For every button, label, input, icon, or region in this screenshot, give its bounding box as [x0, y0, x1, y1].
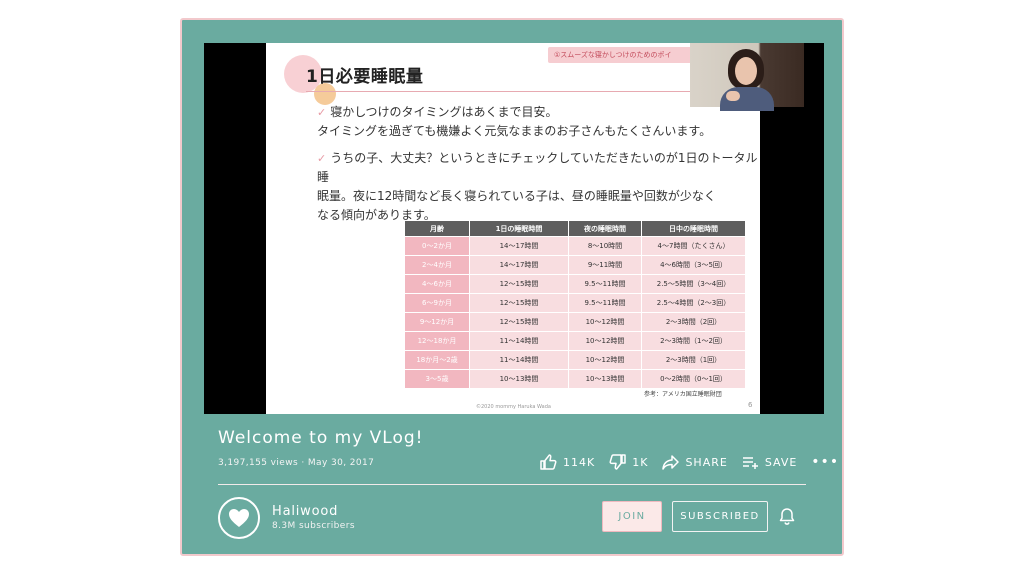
table-cell: 2.5〜5時間（3〜4回） [642, 275, 745, 293]
table-cell: 14〜17時間 [470, 237, 568, 255]
slide-bullet: ✓ うちの子、大丈夫？というときにチェックしていただきたいのが1日のトータル睡 眠… [317, 151, 758, 222]
table-cell: 10〜12時間 [569, 332, 641, 350]
upload-date: May 30, 2017 [307, 458, 375, 468]
presenter-hand [726, 91, 740, 101]
slide-reference: 参考：アメリカ国立睡眠財団 [644, 391, 722, 398]
age-cell: 2〜4か月 [405, 256, 469, 274]
table-cell: 2.5〜4時間（2〜3回） [642, 294, 745, 312]
table-cell: 10〜13時間 [569, 370, 641, 388]
notification-bell-button[interactable] [779, 507, 795, 529]
view-count: 3,197,155 views [218, 458, 299, 468]
thumbs-up-icon [540, 454, 557, 470]
slide-copyright: ©2020 mommy Haruka Wada [476, 404, 551, 410]
age-cell: 3〜5歳 [405, 370, 469, 388]
table-row: 2〜4か月 14〜17時間 9〜11時間 4〜6時間（3〜5回） [405, 256, 745, 274]
table-cell: 2〜3時間（1回） [642, 351, 745, 369]
age-cell: 18か月〜2歳 [405, 351, 469, 369]
table-cell: 10〜12時間 [569, 351, 641, 369]
table-cell: 0〜2時間（0〜1回） [642, 370, 745, 388]
subscriber-count: 8.3M subscribers [272, 521, 355, 531]
age-cell: 0〜2か月 [405, 237, 469, 255]
table-cell: 2〜3時間（1〜2回） [642, 332, 745, 350]
table-cell: 9〜11時間 [569, 256, 641, 274]
table-row: 0〜2か月 14〜17時間 8〜10時間 4〜7時間（たくさん） [405, 237, 745, 255]
slide-page-number: 6 [748, 401, 753, 409]
table-header-row: 月齢 1日の睡眠時間 夜の睡眠時間 日中の睡眠時間 [405, 221, 745, 236]
save-button[interactable]: SAVE [742, 455, 797, 470]
checkmark-icon: ✓ [317, 152, 327, 165]
table-cell: 9.5〜11時間 [569, 294, 641, 312]
like-button[interactable]: 114K [540, 454, 595, 470]
table-cell: 12〜15時間 [470, 313, 568, 331]
table-row: 12〜18か月 11〜14時間 10〜12時間 2〜3時間（1〜2回） [405, 332, 745, 350]
table-row: 4〜6か月 12〜15時間 9.5〜11時間 2.5〜5時間（3〜4回） [405, 275, 745, 293]
table-cell: 10〜12時間 [569, 313, 641, 331]
share-button[interactable]: SHARE [662, 454, 728, 470]
share-label: SHARE [685, 455, 728, 469]
webcam-overlay [690, 43, 804, 111]
table-cell: 11〜14時間 [470, 351, 568, 369]
table-header: 月齢 [405, 221, 469, 236]
title-underline [306, 91, 708, 92]
divider [218, 484, 806, 485]
channel-name[interactable]: Haliwood [272, 504, 338, 519]
table-header: 1日の睡眠時間 [470, 221, 568, 236]
table-header: 日中の睡眠時間 [642, 221, 745, 236]
like-count: 114K [563, 455, 596, 469]
age-cell: 4〜6か月 [405, 275, 469, 293]
share-icon [662, 454, 680, 470]
table-row: 18か月〜2歳 11〜14時間 10〜12時間 2〜3時間（1回） [405, 351, 745, 369]
video-card: ①スムーズな寝かしつけのためのポイ 1日必要睡眠量 ✓ 寝かしつけのタイミングはあ… [180, 18, 844, 556]
dislike-button[interactable]: 1K [609, 454, 648, 470]
table-row: 6〜9か月 12〜15時間 9.5〜11時間 2.5〜4時間（2〜3回） [405, 294, 745, 312]
sleep-table: 月齢 1日の睡眠時間 夜の睡眠時間 日中の睡眠時間 0〜2か月 14〜17時間 8〜… [404, 220, 746, 389]
age-cell: 9〜12か月 [405, 313, 469, 331]
subscribed-button[interactable]: SUBSCRIBED [672, 501, 768, 532]
slide-title: 1日必要睡眠量 [306, 67, 424, 87]
heart-icon [229, 509, 249, 527]
dislike-count: 1K [632, 455, 649, 469]
table-cell: 12〜15時間 [470, 275, 568, 293]
save-label: SAVE [764, 455, 798, 469]
age-cell: 6〜9か月 [405, 294, 469, 312]
video-title: Welcome to my VLog! [218, 428, 424, 448]
action-bar: 114K 1K SHARE SAVE ••• [540, 450, 839, 474]
presenter-face [735, 57, 757, 85]
presentation-slide: ①スムーズな寝かしつけのためのポイ 1日必要睡眠量 ✓ 寝かしつけのタイミングはあ… [266, 43, 760, 414]
join-button[interactable]: JOIN [602, 501, 662, 532]
age-cell: 12〜18か月 [405, 332, 469, 350]
table-cell: 12〜15時間 [470, 294, 568, 312]
table-cell: 8〜10時間 [569, 237, 641, 255]
playlist-add-icon [742, 456, 758, 469]
channel-avatar[interactable] [218, 497, 260, 539]
meta-separator: · [298, 458, 308, 468]
table-row: 3〜5歳 10〜13時間 10〜13時間 0〜2時間（0〜1回） [405, 370, 745, 388]
bell-icon [779, 508, 795, 525]
thumbs-down-icon [609, 454, 626, 470]
table-cell: 11〜14時間 [470, 332, 568, 350]
table-cell: 4〜7時間（たくさん） [642, 237, 745, 255]
table-cell: 10〜13時間 [470, 370, 568, 388]
table-row: 9〜12か月 12〜15時間 10〜12時間 2〜3時間（2回） [405, 313, 745, 331]
table-cell: 9.5〜11時間 [569, 275, 641, 293]
slide-bullet: ✓ 寝かしつけのタイミングはあくまで目安。 タイミングを過ぎても機嫌よく元気なまま… [317, 105, 712, 138]
checkmark-icon: ✓ [317, 106, 327, 119]
video-player[interactable]: ①スムーズな寝かしつけのためのポイ 1日必要睡眠量 ✓ 寝かしつけのタイミングはあ… [204, 43, 824, 414]
table-cell: 4〜6時間（3〜5回） [642, 256, 745, 274]
table-cell: 2〜3時間（2回） [642, 313, 745, 331]
table-cell: 14〜17時間 [470, 256, 568, 274]
slide-section-tag: ①スムーズな寝かしつけのためのポイ [548, 47, 708, 63]
more-icon[interactable]: ••• [811, 454, 839, 470]
video-meta: 3,197,155 views · May 30, 2017 [218, 458, 374, 468]
table-header: 夜の睡眠時間 [569, 221, 641, 236]
